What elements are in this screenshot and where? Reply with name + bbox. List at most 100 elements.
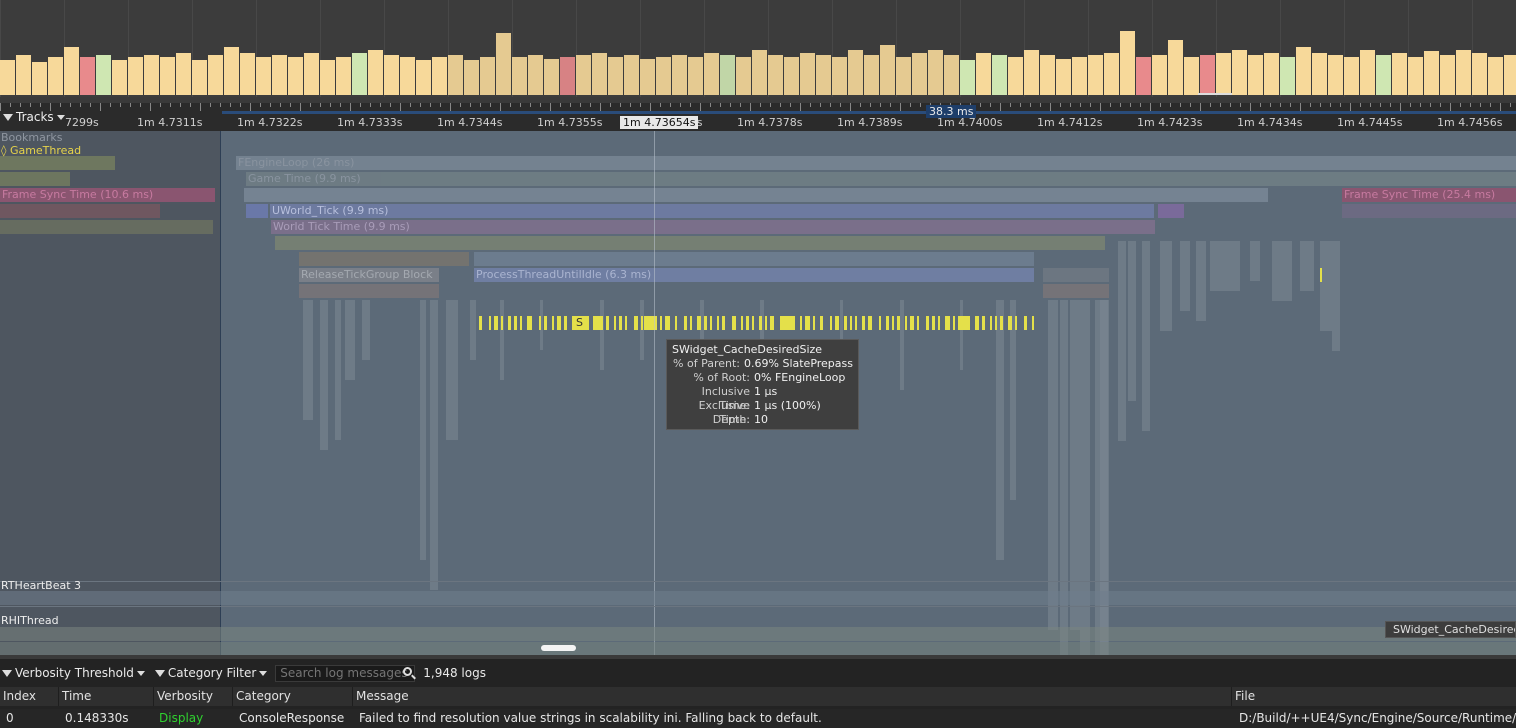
highlighted-event-bar[interactable] bbox=[684, 316, 687, 330]
highlighted-event-bar[interactable] bbox=[619, 316, 622, 330]
highlighted-event-bar[interactable] bbox=[759, 316, 762, 330]
frame-bar[interactable] bbox=[1408, 57, 1423, 95]
highlighted-event-bar[interactable] bbox=[732, 316, 736, 330]
highlighted-event-bar[interactable] bbox=[752, 316, 754, 330]
timing-event[interactable] bbox=[0, 627, 1516, 641]
frame-bar[interactable] bbox=[448, 55, 463, 95]
highlighted-event-bar[interactable] bbox=[1000, 316, 1003, 330]
highlighted-event-bar[interactable] bbox=[892, 316, 894, 330]
highlighted-event-bar[interactable] bbox=[830, 316, 832, 330]
column-file-header[interactable]: File bbox=[1232, 687, 1516, 706]
frame-bar[interactable] bbox=[416, 60, 431, 95]
highlighted-event-bar[interactable] bbox=[1032, 316, 1034, 330]
highlighted-event-bar[interactable] bbox=[675, 316, 677, 330]
timing-event[interactable] bbox=[1043, 268, 1109, 282]
highlighted-event-bar[interactable] bbox=[886, 316, 889, 330]
highlighted-event-bar[interactable] bbox=[855, 316, 857, 330]
frame-bar[interactable] bbox=[1104, 53, 1119, 95]
highlighted-event-bar[interactable] bbox=[710, 316, 712, 330]
frame-bar[interactable] bbox=[1360, 50, 1375, 95]
frame-bar[interactable] bbox=[224, 47, 239, 95]
highlighted-event-bar[interactable] bbox=[932, 316, 935, 330]
frames-panel[interactable] bbox=[0, 0, 1516, 97]
frame-bar[interactable] bbox=[352, 53, 367, 95]
frame-bar[interactable] bbox=[496, 33, 511, 95]
highlighted-event-bar[interactable] bbox=[601, 316, 603, 330]
frame-bar[interactable] bbox=[1312, 53, 1327, 95]
frame-bar[interactable] bbox=[832, 57, 847, 95]
timing-event[interactable] bbox=[0, 156, 115, 170]
highlighted-event-bar[interactable] bbox=[501, 316, 503, 330]
frame-bar[interactable] bbox=[1376, 55, 1391, 95]
frame-bar[interactable] bbox=[608, 57, 623, 95]
highlighted-event-bar[interactable] bbox=[527, 316, 532, 330]
frame-bar[interactable] bbox=[1152, 55, 1167, 95]
frame-bar[interactable] bbox=[1344, 57, 1359, 95]
frame-bar[interactable] bbox=[848, 50, 863, 95]
frame-bar[interactable] bbox=[0, 60, 15, 95]
frame-bar[interactable] bbox=[512, 57, 527, 95]
highlighted-event-bar[interactable] bbox=[697, 316, 701, 330]
highlighted-event-bar[interactable] bbox=[557, 316, 561, 330]
frame-bar[interactable] bbox=[176, 53, 191, 95]
highlighted-event-bar[interactable] bbox=[844, 316, 847, 330]
highlighted-event-bar[interactable] bbox=[489, 316, 491, 330]
frame-bar[interactable] bbox=[288, 57, 303, 95]
highlighted-event-bar[interactable] bbox=[975, 316, 979, 330]
highlighted-event-bar[interactable] bbox=[539, 316, 541, 330]
frame-bar[interactable] bbox=[1232, 50, 1247, 95]
frame-bar[interactable] bbox=[368, 50, 383, 95]
frame-bar[interactable] bbox=[640, 59, 655, 95]
frame-bar[interactable] bbox=[1424, 51, 1439, 95]
highlighted-event-bar[interactable] bbox=[868, 316, 872, 330]
frame-bar[interactable] bbox=[704, 53, 719, 95]
horizontal-scrollbar[interactable] bbox=[541, 645, 576, 651]
frame-bar[interactable] bbox=[112, 60, 127, 95]
highlighted-event-label[interactable]: S bbox=[574, 316, 587, 330]
highlighted-event-bar[interactable] bbox=[792, 316, 795, 330]
frame-bar[interactable] bbox=[912, 53, 927, 95]
highlighted-event-bar[interactable] bbox=[862, 316, 865, 330]
highlighted-event-bar[interactable] bbox=[835, 316, 839, 330]
frame-bar[interactable] bbox=[672, 55, 687, 95]
timing-event[interactable]: Game Time (9.9 ms) bbox=[246, 172, 1516, 186]
highlighted-event-bar[interactable] bbox=[990, 316, 992, 330]
frame-bar[interactable] bbox=[128, 57, 143, 95]
highlighted-event-bar[interactable] bbox=[564, 316, 567, 330]
frame-bar[interactable] bbox=[592, 53, 607, 95]
frame-bar[interactable] bbox=[544, 59, 559, 95]
frame-bar[interactable] bbox=[992, 55, 1007, 95]
timing-event[interactable] bbox=[1342, 204, 1516, 218]
frame-bar[interactable] bbox=[1392, 53, 1407, 95]
highlighted-event-bar[interactable] bbox=[905, 316, 907, 330]
frame-bar[interactable] bbox=[560, 57, 575, 95]
highlighted-event-bar[interactable] bbox=[938, 316, 940, 330]
timing-event[interactable]: ReleaseTickGroup Block bbox=[299, 268, 439, 282]
frame-bar[interactable] bbox=[976, 53, 991, 95]
highlighted-event-bar[interactable] bbox=[741, 316, 743, 330]
timing-event[interactable] bbox=[246, 204, 268, 218]
frame-bar[interactable] bbox=[1440, 55, 1455, 95]
frame-bar[interactable] bbox=[1040, 55, 1055, 95]
frame-bar[interactable] bbox=[304, 53, 319, 95]
frame-bar[interactable] bbox=[1328, 55, 1343, 95]
highlighted-event-bar[interactable] bbox=[722, 316, 725, 330]
frame-bar[interactable] bbox=[64, 47, 79, 95]
timing-event[interactable] bbox=[474, 252, 1034, 266]
timing-event[interactable] bbox=[0, 204, 160, 218]
highlighted-event-bar[interactable] bbox=[960, 316, 970, 330]
frame-bar[interactable] bbox=[1136, 57, 1151, 95]
frame-bar[interactable] bbox=[768, 55, 783, 95]
column-index-header[interactable]: Index bbox=[0, 687, 59, 706]
frame-bar[interactable] bbox=[688, 57, 703, 95]
highlighted-event-bar[interactable] bbox=[634, 316, 638, 330]
frame-bar[interactable] bbox=[720, 55, 735, 95]
frame-bar[interactable] bbox=[1456, 50, 1471, 95]
frame-bar[interactable] bbox=[656, 57, 671, 95]
highlighted-event-bar[interactable] bbox=[805, 316, 810, 330]
frame-bar[interactable] bbox=[208, 55, 223, 95]
timing-event[interactable] bbox=[0, 220, 213, 234]
selection-range-band[interactable] bbox=[222, 111, 1516, 114]
bookmarks-track-label[interactable]: Bookmarks bbox=[1, 131, 62, 144]
frame-bar[interactable] bbox=[1200, 55, 1215, 95]
